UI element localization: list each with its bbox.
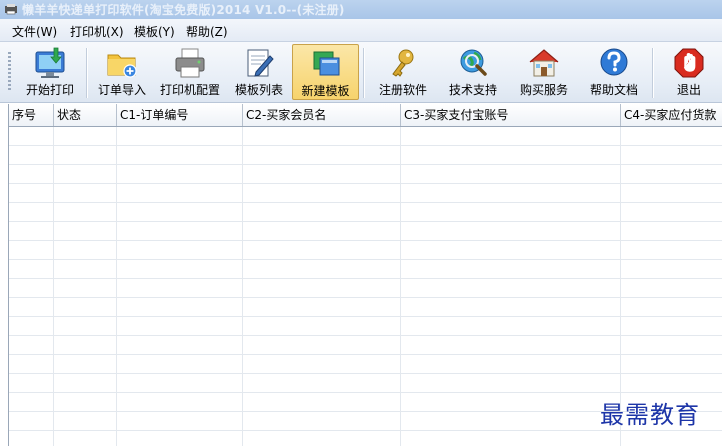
- buy-service-label: 购买服务: [519, 83, 568, 97]
- menu-help[interactable]: 帮助(Z): [184, 22, 230, 41]
- printer-config-button[interactable]: 打印机配置: [155, 44, 225, 100]
- order-import-button[interactable]: 订单导入: [92, 44, 152, 100]
- monitor-print-icon: [35, 47, 65, 78]
- column-header-buyer-name[interactable]: C2-买家会员名: [243, 104, 401, 126]
- column-header-amount-due[interactable]: C4-买家应付货款: [621, 104, 722, 126]
- window-title: 懒羊羊快递单打印软件(淘宝免费版)2014 V1.0--(未注册): [22, 3, 345, 17]
- tech-support-button[interactable]: 技术支持: [443, 44, 503, 100]
- column-header-status[interactable]: 状态: [54, 104, 117, 126]
- column-header-alipay-account[interactable]: C3-买家支付宝账号: [401, 104, 621, 126]
- help-doc-button[interactable]: 帮助文档: [585, 44, 643, 100]
- toolbar: 开始打印 订单导入 打印机配置 模板列表 新建模板 注册软件 技术支持 购买服务…: [0, 42, 722, 103]
- column-header-index[interactable]: 序号: [9, 104, 54, 126]
- template-list-label: 模板列表: [234, 83, 283, 97]
- toolbar-separator: [86, 48, 87, 98]
- house-icon: [529, 49, 559, 77]
- help-icon: [600, 48, 628, 76]
- menu-bar: 文件(W) 打印机(X) 模板(Y) 帮助(Z): [0, 19, 722, 42]
- printer-config-label: 打印机配置: [159, 83, 220, 97]
- template-list-button[interactable]: 模板列表: [230, 44, 288, 100]
- start-print-label: 开始打印: [25, 83, 74, 97]
- toolbar-separator: [652, 48, 653, 98]
- toolbar-separator: [363, 48, 364, 98]
- grid-header: 序号 状态 C1-订单编号 C2-买家会员名 C3-买家支付宝账号 C4-买家应…: [9, 104, 722, 127]
- new-template-label: 新建模板: [301, 84, 350, 98]
- new-template-icon: [313, 51, 339, 76]
- printer-icon: [175, 48, 205, 78]
- start-print-button[interactable]: 开始打印: [18, 44, 82, 100]
- register-software-button[interactable]: 注册软件: [372, 44, 434, 100]
- exit-label: 退出: [676, 83, 701, 97]
- app-icon: [5, 4, 17, 15]
- globe-search-icon: [460, 49, 487, 76]
- title-bar: 懒羊羊快递单打印软件(淘宝免费版)2014 V1.0--(未注册): [0, 0, 722, 19]
- folder-add-icon: [107, 54, 137, 78]
- grid-column-line: [53, 127, 54, 446]
- grid-column-line: [116, 127, 117, 446]
- watermark-text: 最需教育: [600, 401, 700, 429]
- grid-column-line: [400, 127, 401, 446]
- stop-exit-icon: [674, 48, 704, 78]
- menu-file[interactable]: 文件(W): [10, 22, 59, 41]
- menu-template[interactable]: 模板(Y): [132, 22, 177, 41]
- exit-button[interactable]: 退出: [665, 44, 713, 100]
- grid-column-line: [242, 127, 243, 446]
- register-software-label: 注册软件: [378, 83, 427, 97]
- menu-printer[interactable]: 打印机(X): [68, 22, 126, 41]
- template-edit-icon: [247, 49, 274, 77]
- key-icon: [392, 49, 414, 77]
- order-import-label: 订单导入: [97, 83, 146, 97]
- toolbar-grip[interactable]: [8, 52, 11, 92]
- new-template-button[interactable]: 新建模板: [292, 44, 359, 100]
- help-doc-label: 帮助文档: [589, 83, 638, 97]
- column-header-order-no[interactable]: C1-订单编号: [117, 104, 243, 126]
- tech-support-label: 技术支持: [448, 83, 497, 97]
- buy-service-button[interactable]: 购买服务: [514, 44, 574, 100]
